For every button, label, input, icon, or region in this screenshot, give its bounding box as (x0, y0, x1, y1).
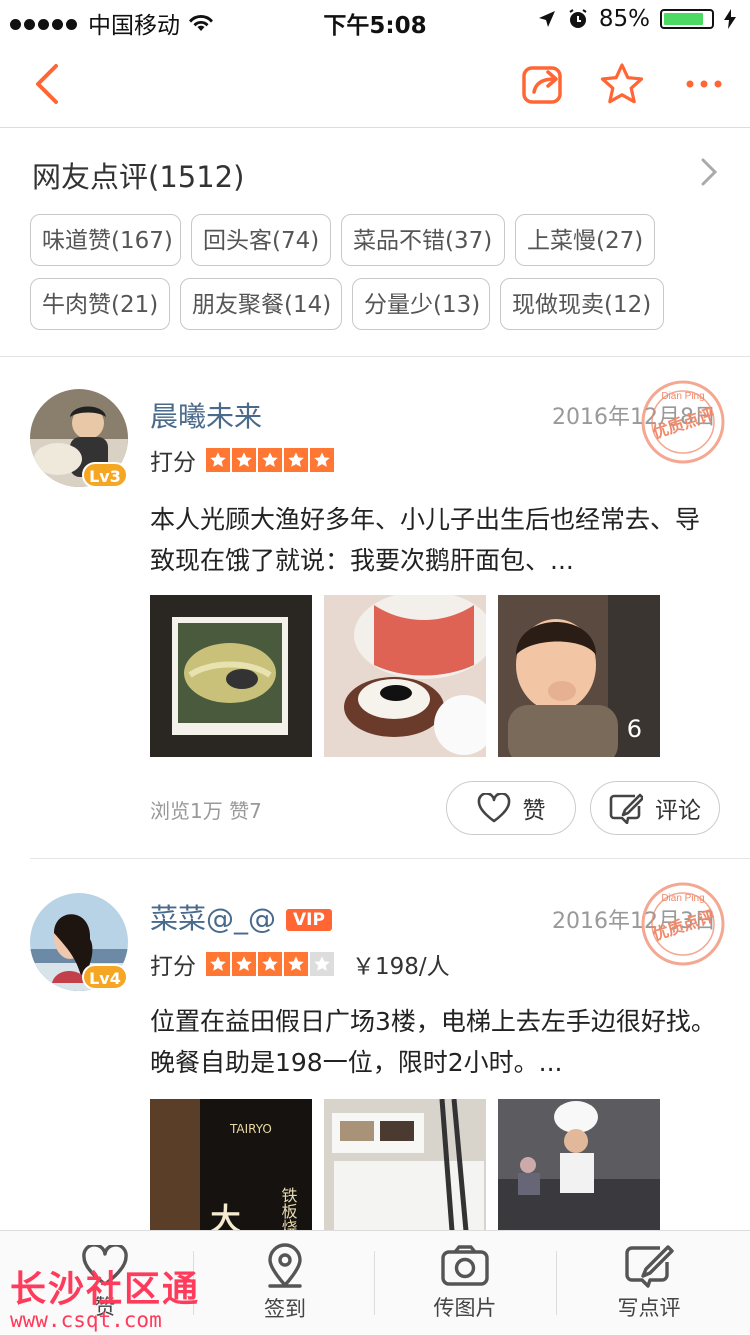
tab-label: 传图片 (433, 1296, 497, 1320)
username[interactable]: 晨曦未来 (150, 395, 262, 435)
view-like-stats: 浏览1万 赞7 (150, 799, 262, 823)
chevron-right-icon (701, 158, 718, 186)
tab-checkin[interactable]: 签到 (220, 1231, 350, 1335)
comment-button[interactable]: 评论 (590, 781, 720, 835)
star-filled-icon (206, 448, 230, 472)
battery-percent: 85% (598, 6, 650, 32)
star-rating (206, 448, 334, 472)
rating-row: 打分 ￥198/人 (150, 947, 450, 981)
review-card[interactable]: Lv4 菜菜@_@ VIP 2016年12月3日 Dian Ping 优质点评 打… (0, 859, 750, 1261)
star-filled-icon (284, 448, 308, 472)
tag-chip[interactable]: 菜品不错(37) (341, 214, 505, 266)
sign-text-en: TAIRYO (229, 1122, 272, 1136)
star-filled-icon (258, 448, 282, 472)
camera-icon (441, 1245, 489, 1286)
status-bar: 中国移动 下午5:08 85% (0, 0, 750, 40)
sign-text: 大渔 (205, 1203, 241, 1231)
charging-icon (724, 9, 736, 29)
review-photo[interactable] (324, 595, 486, 757)
star-empty-icon (310, 952, 334, 976)
level-badge: Lv4 (82, 964, 128, 990)
photo-count: 6 (626, 715, 642, 743)
tag-chip[interactable]: 牛肉赞(21) (30, 278, 170, 330)
tag-chip[interactable]: 分量少(13) (352, 278, 490, 330)
location-pin-icon (268, 1243, 302, 1288)
rating-label: 打分 (150, 954, 196, 980)
tab-write-review[interactable]: 写点评 (584, 1231, 714, 1335)
review-photo[interactable]: 6 (498, 595, 660, 757)
tag-chip[interactable]: 味道赞(167) (30, 214, 181, 266)
star-filled-icon (206, 952, 230, 976)
location-arrow-icon (538, 11, 555, 27)
tab-label: 写点评 (617, 1296, 681, 1320)
star-rating (206, 952, 334, 976)
username[interactable]: 菜菜@_@ VIP (150, 897, 332, 937)
nav-bar (0, 40, 750, 128)
username-text[interactable]: 菜菜@_@ (150, 902, 276, 935)
star-filled-icon (284, 952, 308, 976)
price-per-person: ￥198/人 (352, 954, 450, 980)
review-photo[interactable] (150, 595, 312, 757)
comment-edit-icon (609, 793, 643, 824)
tab-separator (556, 1251, 557, 1315)
stamp-text: 优质点评 (650, 405, 717, 443)
watermark-title: 长沙社区通 (10, 1268, 201, 1310)
comment-label: 评论 (655, 798, 701, 824)
star-filled-icon (310, 448, 334, 472)
stamp-sub-text: Dian Ping (661, 391, 704, 402)
alarm-icon (569, 9, 587, 28)
vip-badge: VIP (286, 909, 332, 931)
edit-icon (625, 1245, 674, 1288)
reviews-header[interactable]: 网友点评(1512) (0, 128, 750, 212)
review-tags: 味道赞(167) 回头客(74) 菜品不错(37) 上菜慢(27) 牛肉赞(21… (30, 214, 730, 342)
more-icon[interactable] (684, 62, 724, 106)
stamp-text: 优质点评 (650, 907, 717, 945)
review-card[interactable]: Lv3 晨曦未来 2016年12月8日 Dian Ping 优质点评 打分 本人… (0, 357, 750, 857)
tag-chip[interactable]: 现做现卖(12) (500, 278, 664, 330)
quality-review-stamp: Dian Ping 优质点评 (641, 882, 725, 966)
tab-separator (374, 1251, 375, 1315)
rating-label: 打分 (150, 450, 196, 476)
watermark: 长沙社区通 www.csqt.com (10, 1260, 200, 1332)
tag-chip[interactable]: 朋友聚餐(14) (180, 278, 342, 330)
level-badge: Lv3 (82, 462, 128, 488)
battery-icon (660, 9, 714, 29)
stamp-sub-text: Dian Ping (661, 893, 704, 904)
favorite-star-icon[interactable] (600, 62, 644, 106)
like-label: 赞 (522, 798, 546, 824)
tag-chip[interactable]: 回头客(74) (191, 214, 331, 266)
share-icon[interactable] (520, 62, 566, 106)
tag-chip[interactable]: 上菜慢(27) (515, 214, 655, 266)
heart-icon (477, 793, 510, 823)
rating-row: 打分 (150, 443, 334, 477)
review-text[interactable]: 本人光顾大渔好多年、小儿子出生后也经常去、导致现在饿了就说：我要次鹅肝面包、..… (150, 499, 720, 581)
star-filled-icon (232, 448, 256, 472)
quality-review-stamp: Dian Ping 优质点评 (641, 380, 725, 464)
sign-text-2: 铁板烧 (279, 1187, 298, 1231)
review-photos: 6 (150, 595, 660, 757)
back-chevron-icon[interactable] (28, 62, 64, 106)
like-button[interactable]: 赞 (446, 781, 576, 835)
section-title: 网友点评(1512) (32, 160, 245, 194)
tab-upload-photo[interactable]: 传图片 (400, 1231, 530, 1335)
star-filled-icon (232, 952, 256, 976)
tab-label: 签到 (264, 1297, 306, 1321)
star-filled-icon (258, 952, 282, 976)
review-text[interactable]: 位置在益田假日广场3楼，电梯上去左手边很好找。晚餐自助是198一位，限时2小时。… (150, 1001, 720, 1083)
